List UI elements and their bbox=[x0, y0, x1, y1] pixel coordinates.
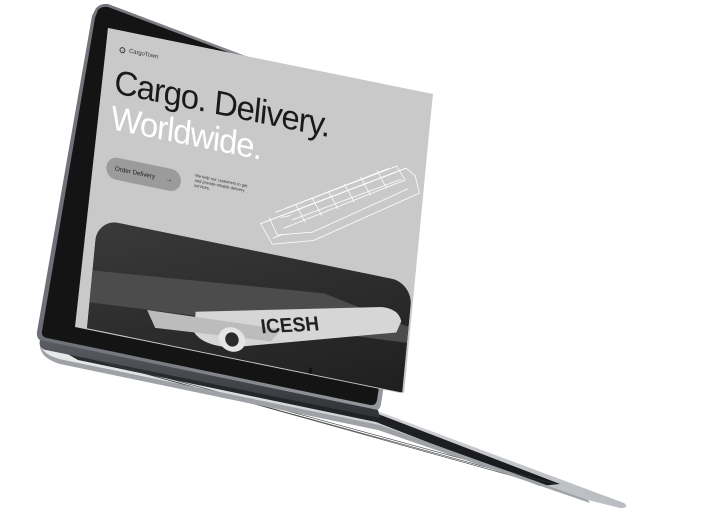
hero-tagline: We help our customers to get and provide… bbox=[193, 172, 248, 194]
order-delivery-button[interactable]: Order Delivery → bbox=[105, 155, 182, 193]
svg-text:ICESH: ICESH bbox=[259, 313, 320, 339]
brand-logo[interactable]: CargoTown bbox=[119, 46, 159, 61]
order-delivery-label: Order Delivery bbox=[114, 164, 156, 181]
laptop-mockup-scene: CargoTown Cargo. Delivery. Worldwide. Or… bbox=[0, 0, 720, 528]
arrow-right-icon: → bbox=[165, 175, 173, 184]
logo-icon bbox=[119, 46, 126, 54]
brand-name: CargoTown bbox=[128, 48, 159, 61]
